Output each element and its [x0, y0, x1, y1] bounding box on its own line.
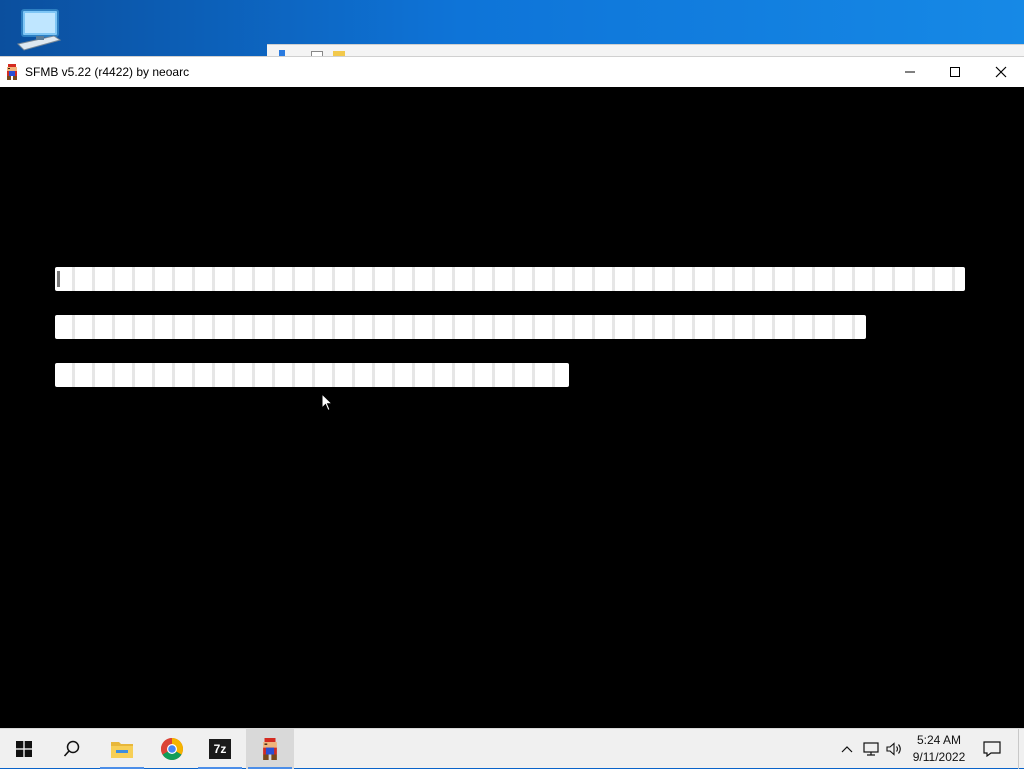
windows-start-icon	[16, 741, 32, 757]
search-icon	[63, 740, 80, 757]
window-title: SFMB v5.22 (r4422) by neoarc	[25, 65, 190, 79]
minimize-icon	[905, 71, 915, 73]
taskbar: 7z 5:24 AM 9/11/2022	[0, 728, 1024, 769]
clock[interactable]: 5:24 AM 9/11/2022	[905, 732, 973, 766]
7zip-icon: 7z	[209, 739, 231, 759]
search-button[interactable]	[48, 729, 96, 769]
show-hidden-icons-button[interactable]	[838, 729, 856, 769]
mario-icon	[7, 64, 17, 80]
notification-icon	[983, 741, 1001, 757]
text-input-row-3[interactable]	[55, 363, 569, 387]
taskbar-7zip[interactable]: 7z	[196, 729, 244, 769]
network-icon	[863, 742, 879, 756]
taskbar-chrome[interactable]	[148, 729, 196, 769]
close-icon	[995, 66, 1007, 78]
sfmb-window[interactable]: SFMB v5.22 (r4422) by neoarc	[0, 56, 1024, 728]
show-desktop-button[interactable]	[1018, 729, 1019, 769]
text-input-row-2[interactable]	[55, 315, 866, 339]
text-input-row-1[interactable]	[55, 267, 965, 291]
volume-icon	[886, 742, 901, 756]
mouse-pointer-icon	[321, 393, 333, 412]
maximize-button[interactable]	[932, 57, 978, 87]
this-pc-icon[interactable]	[14, 8, 64, 56]
clock-date: 9/11/2022	[912, 750, 966, 764]
action-center-button[interactable]	[978, 729, 1006, 769]
taskbar-sfmb[interactable]	[246, 729, 294, 769]
chevron-up-icon	[841, 746, 853, 753]
title-bar[interactable]: SFMB v5.22 (r4422) by neoarc	[0, 56, 1024, 87]
file-explorer-icon	[111, 742, 133, 758]
minimize-button[interactable]	[887, 57, 933, 87]
text-cursor	[57, 271, 60, 287]
network-button[interactable]	[860, 729, 882, 769]
taskbar-file-explorer[interactable]	[98, 729, 146, 769]
close-button[interactable]	[978, 57, 1024, 87]
game-canvas[interactable]	[0, 87, 1024, 728]
7zip-label: 7z	[213, 742, 227, 756]
volume-button[interactable]	[884, 729, 904, 769]
mario-icon	[263, 738, 277, 760]
start-button[interactable]	[0, 729, 48, 769]
maximize-icon	[950, 67, 960, 77]
clock-time: 5:24 AM	[916, 733, 962, 747]
chrome-icon	[161, 738, 183, 760]
